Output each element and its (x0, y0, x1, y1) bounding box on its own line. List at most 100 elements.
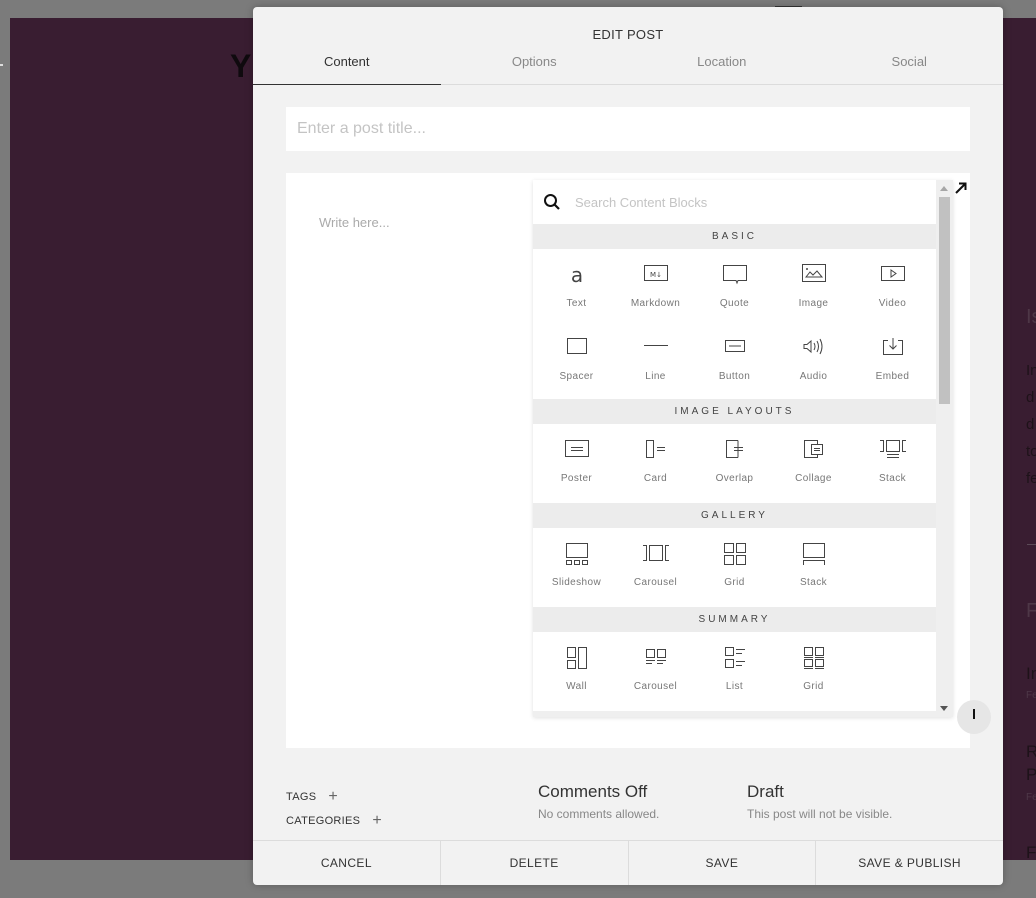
delete-button[interactable]: DELETE (439, 841, 628, 885)
search-icon (544, 194, 560, 210)
markdown-icon: M↓ (643, 265, 668, 281)
block-gallery-stack[interactable]: Stack (774, 528, 853, 599)
embed-icon (882, 338, 903, 355)
cancel-button[interactable]: CANCEL (253, 841, 440, 885)
gallery-grid-icon (723, 543, 746, 565)
background-text: In (1026, 664, 1036, 683)
background-text: fe (1026, 470, 1036, 487)
content-block-picker: BASIC a Text M↓ Markdown Quote (533, 180, 953, 717)
block-stack-layout[interactable]: Stack (853, 424, 932, 495)
publish-status-setting[interactable]: Draft This post will not be visible. (747, 782, 892, 821)
block-label: Grid (803, 681, 824, 692)
section-image-layouts: Poster Card Overlap Collage Stack (533, 424, 936, 503)
gallery-stack-icon (802, 543, 825, 565)
block-summary-grid[interactable]: Grid (774, 632, 853, 703)
add-category-button[interactable]: + (372, 812, 382, 830)
tab-location[interactable]: Location (628, 51, 816, 84)
block-gallery-carousel[interactable]: Carousel (616, 528, 695, 599)
background-text: d (1026, 416, 1035, 433)
block-slideshow[interactable]: Slideshow (537, 528, 616, 599)
block-list[interactable]: List (695, 632, 774, 703)
block-label: List (725, 681, 744, 692)
block-card[interactable]: Card (616, 424, 695, 495)
background-text: Fe (1026, 690, 1036, 701)
save-and-publish-button[interactable]: SAVE & PUBLISH (815, 841, 1003, 885)
block-video[interactable]: Video (853, 249, 932, 320)
section-header-summary: SUMMARY (533, 607, 936, 632)
block-spacer[interactable]: Spacer (537, 322, 616, 393)
block-label: Spacer (559, 371, 594, 382)
edit-post-modal: EDIT POST Content Options Location Socia… (253, 7, 1003, 885)
scrollbar-thumb[interactable] (939, 197, 950, 404)
block-summary-carousel[interactable]: Carousel (616, 632, 695, 703)
quote-icon (722, 265, 747, 285)
categories-label: CATEGORIES (286, 815, 361, 827)
block-collage[interactable]: Collage (774, 424, 853, 495)
tab-bar: Content Options Location Social (253, 51, 1003, 85)
wall-icon (566, 647, 587, 669)
publish-status: Draft (747, 782, 784, 801)
block-label: Button (718, 371, 751, 382)
insert-cursor-icon (973, 709, 975, 719)
slideshow-icon (565, 543, 588, 565)
block-picker-scrollbar[interactable] (936, 180, 953, 717)
block-label: Carousel (633, 577, 678, 588)
background-heading: Y (230, 48, 252, 84)
svg-text:M↓: M↓ (650, 271, 662, 279)
block-label: Embed (875, 371, 910, 382)
tab-social[interactable]: Social (816, 51, 1004, 84)
block-label: Markdown (630, 298, 681, 309)
block-embed[interactable]: Embed (853, 322, 932, 393)
block-search-input[interactable] (575, 180, 925, 224)
text-icon: a (570, 263, 582, 287)
block-wall[interactable]: Wall (537, 632, 616, 703)
save-button[interactable]: SAVE (627, 841, 816, 885)
block-text[interactable]: a Text (537, 249, 616, 320)
block-label: Image (798, 298, 829, 309)
block-label: Video (878, 298, 907, 309)
comments-status: Comments Off (538, 782, 648, 801)
background-text: In (1026, 362, 1036, 379)
block-gallery-grid[interactable]: Grid (695, 528, 774, 599)
post-title-input[interactable] (286, 107, 970, 151)
comments-setting[interactable]: Comments Off No comments allowed. (538, 782, 659, 821)
block-label: Collage (795, 473, 832, 484)
editor-placeholder: Write here... (319, 215, 390, 230)
background-text: R (1026, 742, 1036, 761)
block-audio[interactable]: Audio (774, 322, 853, 393)
block-button[interactable]: Button (695, 322, 774, 393)
scroll-down-arrow-icon[interactable] (940, 706, 948, 711)
background-text: F (1026, 843, 1036, 862)
block-search-row (533, 180, 936, 224)
modal-title: EDIT POST (592, 27, 664, 42)
taxonomy-section: TAGS + CATEGORIES + (286, 785, 382, 833)
poster-icon (564, 440, 589, 457)
background-text: d (1026, 389, 1035, 406)
insert-block-button[interactable] (957, 700, 991, 734)
tab-options[interactable]: Options (441, 51, 629, 84)
block-poster[interactable]: Poster (537, 424, 616, 495)
block-label: Carousel (633, 681, 678, 692)
scroll-up-arrow-icon[interactable] (940, 186, 948, 191)
comments-description: No comments allowed. (538, 807, 660, 821)
svg-text:a: a (570, 263, 582, 287)
categories-row: CATEGORIES + (286, 809, 382, 833)
tab-content[interactable]: Content (253, 51, 441, 85)
background-text: to (1026, 443, 1036, 460)
block-line[interactable]: Line (616, 322, 695, 393)
block-quote[interactable]: Quote (695, 249, 774, 320)
block-image[interactable]: Image (774, 249, 853, 320)
section-header-basic: BASIC (533, 224, 936, 249)
image-icon (801, 264, 826, 282)
section-header-gallery: GALLERY (533, 503, 936, 528)
block-markdown[interactable]: M↓ Markdown (616, 249, 695, 320)
block-label: Stack (878, 473, 906, 484)
stack-layout-icon (879, 440, 906, 458)
post-body-editor[interactable]: Write here... BASIC a Text (286, 173, 991, 748)
expand-arrow-icon[interactable] (954, 181, 968, 195)
block-label: Line (645, 371, 666, 382)
overlap-icon (725, 440, 743, 458)
block-overlap[interactable]: Overlap (695, 424, 774, 495)
add-tag-button[interactable]: + (328, 788, 338, 806)
block-label: Slideshow (551, 577, 602, 588)
